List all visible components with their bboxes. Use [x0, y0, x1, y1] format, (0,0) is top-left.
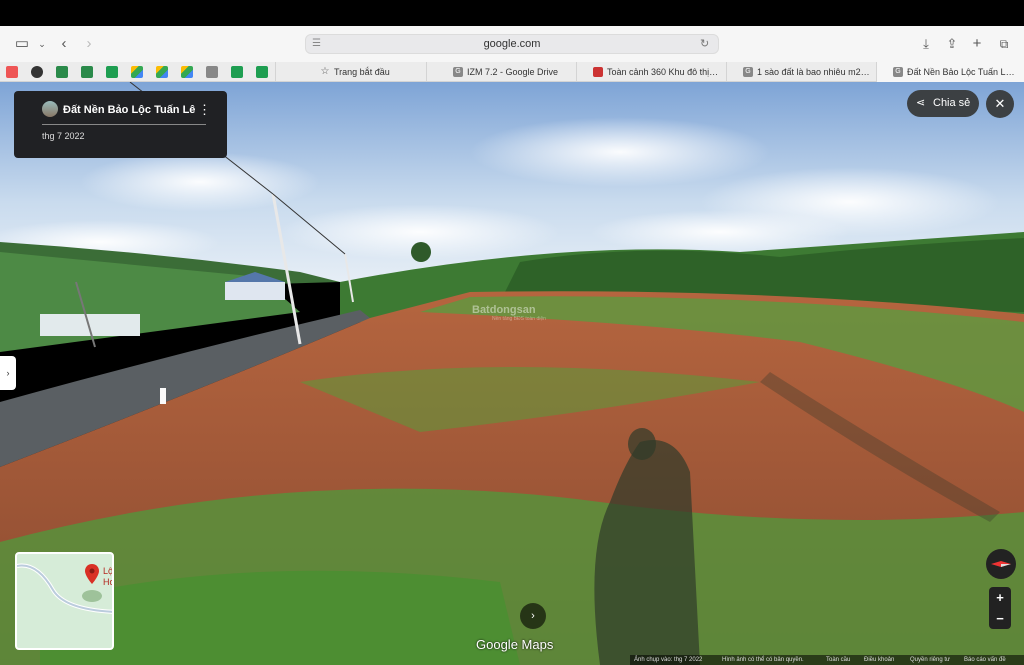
close-icon[interactable]: ✕ [986, 90, 1014, 118]
favorite-icon[interactable] [31, 66, 43, 78]
minimap[interactable]: Lộ Ho [15, 552, 114, 650]
divider [42, 124, 206, 125]
google-maps-logo: Google Maps [476, 637, 554, 652]
sheets-icon[interactable] [256, 66, 268, 78]
tab-label: IZM 7.2 - Google Drive [467, 67, 559, 77]
back-icon[interactable]: ‹ [54, 34, 74, 54]
panorama-image[interactable] [0, 82, 1024, 665]
minimap-label: Lộ [103, 566, 114, 576]
location-title[interactable]: Đất Nền Bảo Lộc Tuấn Lê [63, 103, 195, 117]
zoom-out-button[interactable]: − [989, 608, 1011, 629]
chevron-down-icon[interactable]: ⌄ [32, 34, 52, 54]
compass-needle [991, 561, 1011, 567]
street-view-panorama[interactable]: Batdongsan Nền tảng BĐS toàn diện Đất Nề… [0, 82, 1024, 665]
tab-start-page[interactable]: ☆ Trang bắt đầu [275, 62, 426, 82]
zoom-control: + − [989, 587, 1011, 629]
capture-date[interactable]: thg 7 2022 [42, 130, 85, 142]
sidebar-icon[interactable]: ▭ [12, 34, 32, 54]
g-icon: G [453, 67, 463, 77]
forward-icon[interactable]: › [79, 34, 99, 54]
reload-icon[interactable]: ↻ [700, 37, 712, 51]
map-footer: Ảnh chụp vào: thg 7 2022 Hình ảnh có thể… [630, 655, 1024, 665]
tab-izu-360[interactable]: Toàn cảnh 360 Khu đô thị Izu... [576, 62, 726, 82]
plus-icon[interactable]: + [967, 34, 987, 54]
footer-copyright: Hình ảnh có thể có bản quyền. [722, 657, 804, 663]
minimap-label: Ho [103, 577, 114, 587]
url-text: google.com [483, 38, 541, 50]
tab-label: Trang bắt đầu [334, 67, 390, 77]
footer-privacy[interactable]: Quyền riêng tư [910, 655, 950, 665]
tab-label: Đất Nền Bảo Lộc Tuấn Lê - G... [907, 67, 1024, 77]
footer-capture-date: Ảnh chụp vào: thg 7 2022 [634, 657, 703, 663]
tab-sao-dat[interactable]: G 1 sào đất là bao nhiêu m2 - Ti... [726, 62, 876, 82]
more-vert-icon[interactable]: ⋮ [198, 101, 211, 119]
favorites-and-tab-bar: ☆ Trang bắt đầu G IZM 7.2 - Google Drive… [0, 62, 1024, 82]
share-icon[interactable]: ⇪ [942, 34, 962, 54]
tab-label: 1 sào đất là bao nhiêu m2 - Ti... [757, 67, 876, 77]
footer-global[interactable]: Toàn cầu [826, 655, 850, 665]
sheets-icon[interactable] [231, 66, 243, 78]
drive-icon[interactable] [181, 66, 193, 78]
footer-terms[interactable]: Điều khoản [864, 655, 894, 665]
footer-report[interactable]: Báo cáo vấn đề [964, 655, 1006, 665]
favorite-icon[interactable] [6, 66, 18, 78]
g-icon: G [893, 67, 903, 77]
compass-icon[interactable] [986, 549, 1016, 579]
avatar[interactable] [42, 101, 58, 117]
expand-panel-button[interactable]: › [0, 356, 16, 390]
tab-google-drive[interactable]: G IZM 7.2 - Google Drive [426, 62, 576, 82]
flag-icon [593, 67, 603, 77]
drive-icon[interactable] [156, 66, 168, 78]
star-icon: ☆ [320, 66, 330, 77]
batdongsan-watermark: Batdongsan [472, 304, 536, 316]
location-info-card: Đất Nền Bảo Lộc Tuấn Lê ⋮ thg 7 2022 [14, 91, 227, 158]
favorite-icon[interactable] [56, 66, 68, 78]
share-button[interactable]: ⋖ Chia sẻ [907, 90, 979, 117]
g-icon: G [743, 67, 753, 77]
screen-top-bar [0, 0, 1024, 26]
address-bar[interactable]: ☰ google.com ↻ [305, 34, 719, 54]
share-label: Chia sẻ [933, 97, 971, 109]
favorite-icon[interactable] [206, 66, 218, 78]
watermark-tagline: Nền tảng BĐS toàn diện [492, 316, 546, 322]
minimap-roads [17, 563, 112, 614]
tab-label: Toàn cảnh 360 Khu đô thị Izu... [607, 67, 726, 77]
move-forward-arrow-icon[interactable]: › [520, 603, 546, 629]
favorite-icon[interactable] [81, 66, 93, 78]
tabs-overview-icon[interactable]: ⧉ [994, 34, 1014, 54]
download-icon[interactable]: ⤓ [916, 34, 936, 54]
sheets-icon[interactable] [106, 66, 118, 78]
tab-active-dat-nen[interactable]: G Đất Nền Bảo Lộc Tuấn Lê - G... [876, 62, 1024, 82]
location-pin-icon [85, 564, 99, 584]
share-icon: ⋖ [916, 97, 926, 109]
drive-icon[interactable] [131, 66, 143, 78]
zoom-in-button[interactable]: + [989, 587, 1011, 608]
